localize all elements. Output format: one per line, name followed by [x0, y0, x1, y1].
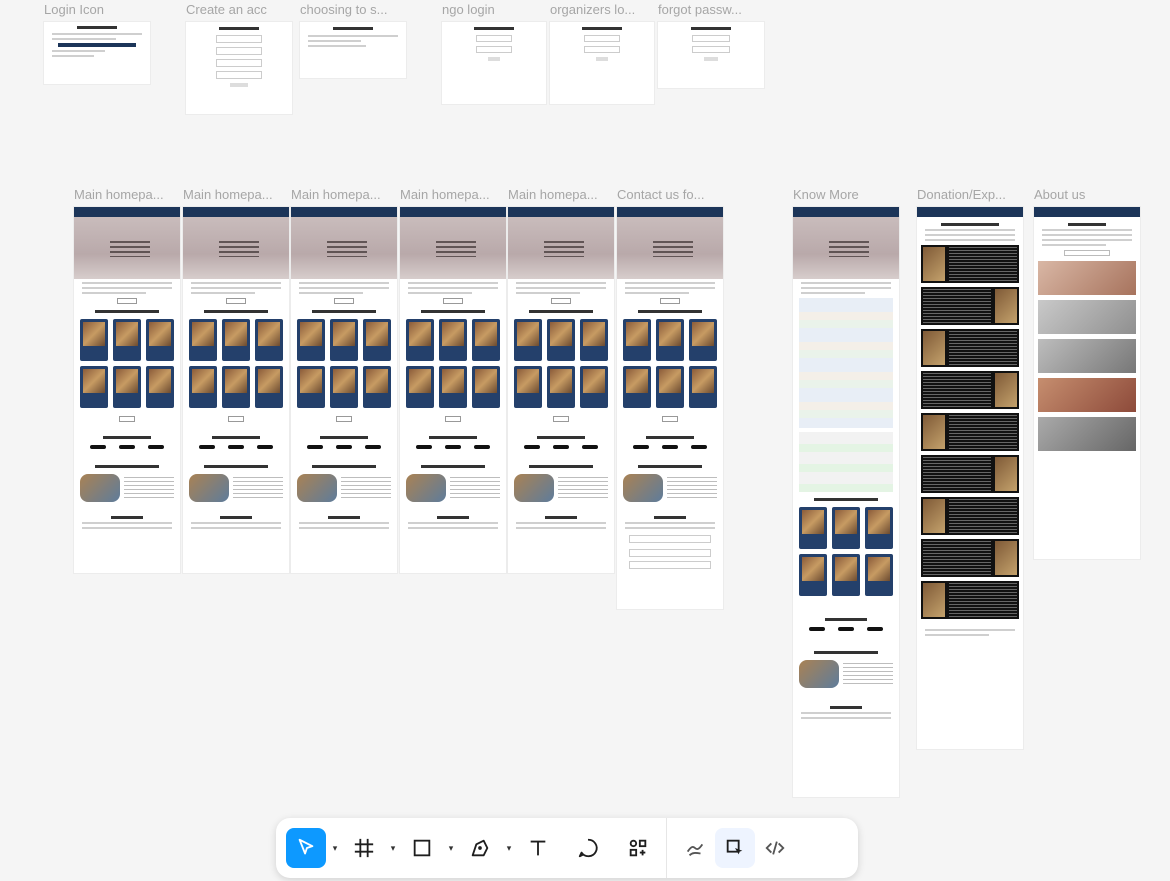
frame-label-main-homepage-3[interactable]: Main homepa...	[291, 187, 397, 202]
frame-main-homepage-5[interactable]	[508, 207, 614, 573]
bottom-toolbar: ▾ ▾ ▾ ▾	[276, 818, 858, 878]
frame-label-donation[interactable]: Donation/Exp...	[917, 187, 1023, 202]
frame-login-icon[interactable]	[44, 22, 150, 84]
frame-create-account[interactable]	[186, 22, 292, 114]
frame-about-us[interactable]	[1034, 207, 1140, 559]
actions-tool-icon[interactable]	[618, 828, 658, 868]
dev-mode-icon[interactable]	[755, 828, 795, 868]
chevron-down-icon[interactable]: ▾	[384, 828, 402, 868]
frame-label-login-icon[interactable]: Login Icon	[44, 2, 164, 17]
frame-label-main-homepage-5[interactable]: Main homepa...	[508, 187, 614, 202]
frame-label-main-homepage-4[interactable]: Main homepa...	[400, 187, 506, 202]
frame-label-ngo-login[interactable]: ngo login	[442, 2, 546, 17]
frame-ngo-login[interactable]	[442, 22, 546, 104]
rectangle-tool-icon[interactable]	[402, 828, 442, 868]
frame-choosing[interactable]	[300, 22, 406, 78]
pen-tool-icon[interactable]	[460, 828, 500, 868]
frame-label-about-us[interactable]: About us	[1034, 187, 1140, 202]
frame-organizers-login[interactable]	[550, 22, 654, 104]
frame-main-homepage-6[interactable]	[617, 207, 723, 609]
frame-label-contact-us[interactable]: Contact us fo...	[617, 187, 723, 202]
frame-main-homepage-4[interactable]	[400, 207, 506, 573]
design-mode-icon[interactable]	[715, 828, 755, 868]
text-tool-icon[interactable]	[518, 828, 558, 868]
comment-tool-icon[interactable]	[568, 828, 608, 868]
frame-main-homepage-3[interactable]	[291, 207, 397, 573]
frame-tool-icon[interactable]	[344, 828, 384, 868]
frame-label-main-homepage-1[interactable]: Main homepa...	[74, 187, 180, 202]
frame-know-more[interactable]	[793, 207, 899, 797]
draw-mode-icon[interactable]	[675, 828, 715, 868]
frame-main-homepage-1[interactable]	[74, 207, 180, 573]
frame-label-main-homepage-2[interactable]: Main homepa...	[183, 187, 289, 202]
move-tool-icon[interactable]	[286, 828, 326, 868]
frame-label-know-more[interactable]: Know More	[793, 187, 899, 202]
frame-forgot-password[interactable]	[658, 22, 764, 88]
chevron-down-icon[interactable]: ▾	[326, 828, 344, 868]
frame-donation[interactable]	[917, 207, 1023, 749]
frame-label-create-account[interactable]: Create an acc	[186, 2, 294, 17]
frame-main-homepage-2[interactable]	[183, 207, 289, 573]
chevron-down-icon[interactable]: ▾	[442, 828, 460, 868]
chevron-down-icon[interactable]: ▾	[500, 828, 518, 868]
frame-label-choosing[interactable]: choosing to s...	[300, 2, 404, 17]
frame-label-forgot-password[interactable]: forgot passw...	[658, 2, 762, 17]
frame-label-organizers-login[interactable]: organizers lo...	[550, 2, 654, 17]
